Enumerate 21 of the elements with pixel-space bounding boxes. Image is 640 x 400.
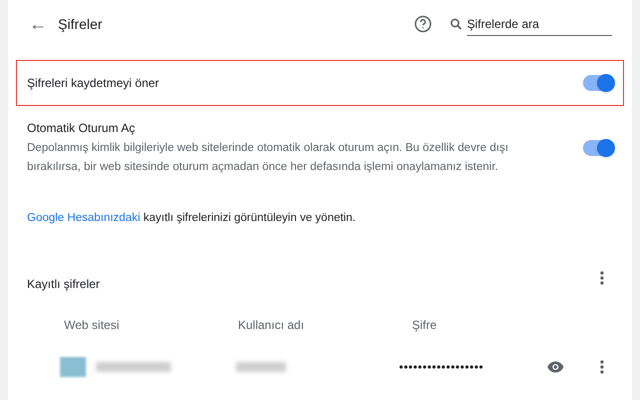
section-title: Kayıtlı şifreler — [27, 276, 100, 294]
setting-label: Otomatik Oturum Aç — [27, 120, 136, 137]
column-header: Web sitesi — [64, 317, 120, 334]
search-field[interactable]: Şifrelerde ara — [467, 12, 612, 36]
password-dots: •••••••••••••••••• — [399, 359, 484, 376]
page-title: Şifreler — [58, 14, 102, 34]
account-note: Google Hesabınızdaki kayıtlı şifrelerinizi görüntüleyin ve yönetin. — [27, 211, 357, 226]
blurred-username — [236, 362, 286, 372]
search-icon — [450, 18, 462, 30]
setting-label: Şifreleri kaydetmeyi öner — [27, 75, 160, 92]
help-icon[interactable] — [414, 15, 432, 33]
back-button[interactable]: ← — [28, 10, 48, 38]
more-options-icon[interactable] — [600, 271, 604, 286]
more-options-icon[interactable] — [600, 360, 604, 374]
account-link[interactable]: Google Hesabınızdaki — [27, 212, 140, 224]
toggle-switch[interactable] — [583, 75, 613, 91]
toggle-switch[interactable] — [583, 140, 613, 156]
column-header: Şifre — [412, 317, 437, 334]
column-header: Kullanıcı adı — [238, 317, 306, 334]
setting-description: Depolanmış kimlik bilgileriyle web sitelerinde otomatik olarak oturum açın. Bu özellik devre dışı bırakılırsa, bir web sitesinde oturum açmadan önce her defasında işlemi onaylamanız istenir. — [27, 141, 510, 175]
eye-icon[interactable] — [547, 361, 564, 374]
